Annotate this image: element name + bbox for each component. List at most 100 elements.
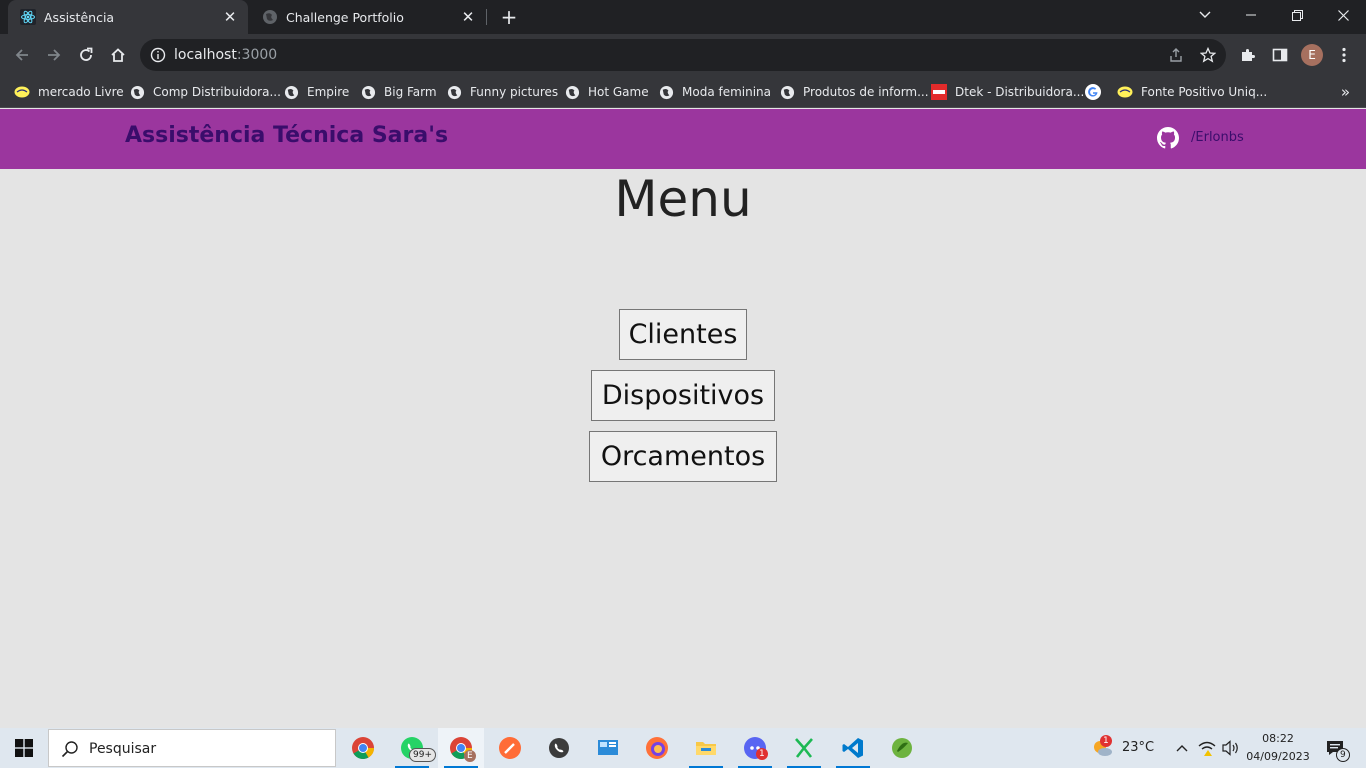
info-icon[interactable] [150, 47, 166, 63]
whatsapp-desktop-taskbar-icon[interactable] [536, 728, 582, 768]
vscode-taskbar-icon[interactable] [830, 728, 876, 768]
handshake-icon [14, 84, 30, 100]
close-window-button[interactable] [1320, 0, 1366, 30]
app-header: Assistência Técnica Sara's /Erlonbs [0, 109, 1366, 169]
reload-icon[interactable] [74, 43, 98, 67]
bookmark-big-farm[interactable]: Big Farm [360, 83, 437, 101]
minimize-button[interactable] [1228, 0, 1274, 30]
whatsapp-taskbar-icon[interactable]: 99+ [389, 728, 436, 768]
tab-divider [486, 9, 487, 25]
bookmark-label: Big Farm [384, 85, 437, 99]
bookmark-dtek-distribuidora[interactable]: Dtek - Distribuidora... [931, 83, 1084, 101]
github-icon[interactable] [1157, 127, 1179, 149]
search-icon [61, 741, 78, 758]
page-title: Menu [614, 170, 752, 228]
url-host: localhost [174, 47, 237, 63]
bookmark-label: Produtos de inform... [803, 85, 929, 99]
notifications-icon[interactable]: 9 [1318, 728, 1352, 768]
tab-search-chevron-icon[interactable] [1182, 0, 1228, 30]
globe-icon [360, 84, 376, 100]
profile-initial: E [1301, 44, 1323, 66]
whatsapp-badge: 99+ [409, 748, 436, 762]
clock-date[interactable]: 04/09/2023 [1246, 750, 1310, 763]
new-tab-button[interactable]: + [498, 6, 520, 28]
bookmark-label: Funny pictures [470, 85, 559, 99]
tab-assistencia[interactable]: Assistência ✕ [8, 0, 248, 34]
bookmarks-overflow-icon[interactable]: » [1341, 83, 1350, 101]
extensions-puzzle-icon[interactable] [1236, 43, 1260, 67]
browser-menu-icon[interactable] [1332, 43, 1356, 67]
bookmark-fonte-positivo[interactable]: Fonte Positivo Uniq... [1117, 83, 1267, 101]
spring-tools-taskbar-icon[interactable] [879, 728, 925, 768]
bookmark-mercado-livre[interactable]: mercado Livre [14, 83, 124, 101]
address-bar[interactable]: localhost:3000 [140, 39, 1226, 71]
back-arrow-icon[interactable] [10, 43, 34, 67]
url-text: localhost:3000 [174, 47, 277, 63]
discord-taskbar-icon[interactable]: 1 [732, 728, 778, 768]
globe-icon [283, 84, 299, 100]
url-port: :3000 [236, 47, 278, 63]
bookmark-label: Empire [307, 85, 350, 99]
bookmark-label: Dtek - Distribuidora... [955, 85, 1085, 99]
bookmark-moda-feminina[interactable]: Moda feminina [658, 83, 771, 101]
globe-icon [658, 84, 674, 100]
globe-icon [446, 84, 462, 100]
bookmarks-bar: mercado Livre Comp Distribuidora... Empi… [0, 76, 1366, 108]
clock-time[interactable]: 08:22 [1260, 732, 1296, 745]
browser-toolbar: localhost:3000 E [0, 34, 1366, 76]
taskbar-search[interactable]: Pesquisar [48, 729, 336, 767]
orcamentos-button[interactable]: Orcamentos [589, 431, 777, 482]
firefox-taskbar-icon[interactable] [634, 728, 680, 768]
dtek-icon [931, 84, 947, 100]
dispositivos-button[interactable]: Dispositivos [591, 370, 775, 421]
bookmark-empire[interactable]: Empire [283, 83, 349, 101]
bookmark-label: Moda feminina [682, 85, 772, 99]
bookmark-comp-distribuidora[interactable]: Comp Distribuidora... [129, 83, 281, 101]
tray-chevron-up-icon[interactable] [1170, 728, 1194, 768]
chrome-profile-taskbar-icon[interactable]: E [438, 728, 484, 768]
restore-button[interactable] [1274, 0, 1320, 30]
weather-temperature: 23°C [1122, 740, 1155, 755]
weather-badge: 1 [1100, 735, 1112, 747]
postman-taskbar-icon[interactable] [487, 728, 533, 768]
start-button[interactable] [0, 728, 48, 768]
bookmark-hot-game[interactable]: Hot Game [564, 83, 649, 101]
volume-icon[interactable] [1219, 728, 1243, 768]
search-placeholder: Pesquisar [89, 741, 157, 757]
handshake-icon [1117, 84, 1133, 100]
bookmark-label: Comp Distribuidora... [153, 85, 281, 99]
android-studio-taskbar-icon[interactable] [781, 728, 827, 768]
profile-avatar[interactable]: E [1300, 43, 1324, 67]
bookmark-label: Fonte Positivo Uniq... [1141, 85, 1268, 99]
file-explorer-taskbar-icon[interactable] [683, 728, 729, 768]
bookmark-label: mercado Livre [38, 85, 124, 99]
react-icon [20, 9, 36, 25]
bookmark-google[interactable] [1085, 83, 1109, 101]
windows-icon [15, 739, 33, 757]
network-warning-icon[interactable] [1195, 728, 1219, 768]
taskbar: Pesquisar 99+ E 1 1 23°C 08:22 04/09/202… [0, 728, 1366, 768]
brand-title[interactable]: Assistência Técnica Sara's [125, 123, 448, 148]
chrome-taskbar-icon[interactable] [340, 728, 386, 768]
clientes-button[interactable]: Clientes [619, 309, 747, 360]
tab-close-icon[interactable]: ✕ [220, 7, 240, 27]
notifications-badge: 9 [1336, 748, 1350, 762]
forward-arrow-icon[interactable] [42, 43, 66, 67]
bookmark-produtos-de-informatica[interactable]: Produtos de inform... [779, 83, 929, 101]
control-panel-taskbar-icon[interactable] [585, 728, 631, 768]
globe-icon [129, 84, 145, 100]
google-icon [1085, 84, 1101, 100]
side-panel-icon[interactable] [1268, 43, 1292, 67]
bookmark-funny-pictures[interactable]: Funny pictures [446, 83, 558, 101]
tab-close-icon[interactable]: ✕ [458, 7, 478, 27]
globe-icon [262, 9, 278, 25]
globe-icon [564, 84, 580, 100]
bookmark-label: Hot Game [588, 85, 649, 99]
tab-challenge-portfolio[interactable]: Challenge Portfolio ✕ [250, 0, 486, 34]
bookmark-star-icon[interactable] [1196, 43, 1220, 67]
weather-icon[interactable]: 1 [1086, 728, 1118, 768]
home-icon[interactable] [106, 43, 130, 67]
tab-title: Assistência [44, 9, 115, 25]
share-icon[interactable] [1164, 43, 1188, 67]
github-link[interactable]: /Erlonbs [1191, 130, 1244, 145]
